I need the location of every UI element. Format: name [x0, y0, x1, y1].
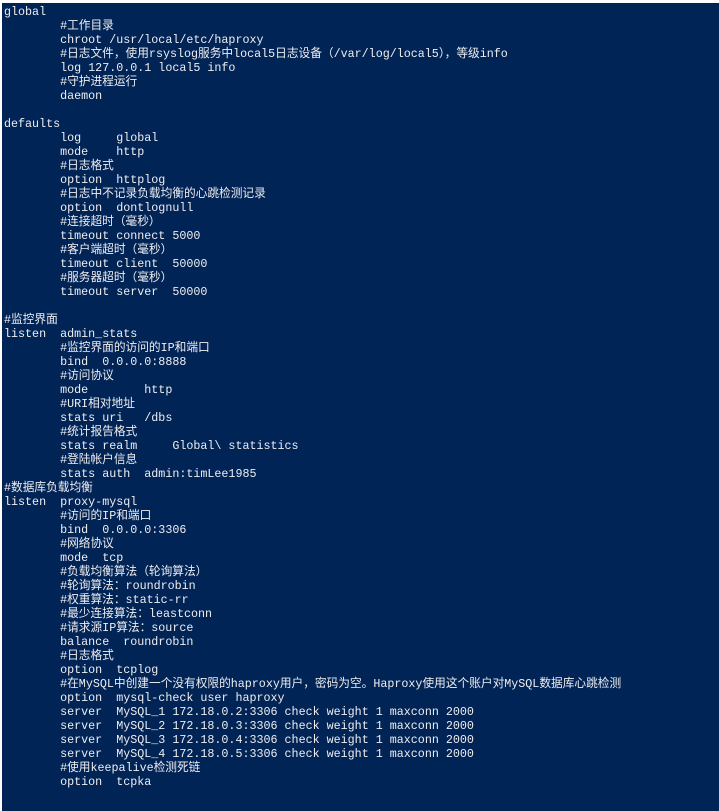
config-line: stats uri /dbs: [4, 411, 173, 425]
comment-line: #监控界面的访问的IP和端口: [4, 341, 210, 355]
config-line: stats auth admin:timLee1985: [4, 467, 257, 481]
config-line: listen proxy-mysql: [4, 495, 138, 509]
comment-line: #日志格式: [4, 649, 114, 663]
config-line: mode http: [4, 145, 145, 159]
config-line: option mysql-check user haproxy: [4, 691, 285, 705]
config-line: stats realm Global\ statistics: [4, 439, 299, 453]
comment-line: #使用keepalive检测死链: [4, 761, 201, 775]
config-line: server MySQL_1 172.18.0.2:3306 check wei…: [4, 705, 474, 719]
config-line: server MySQL_2 172.18.0.3:3306 check wei…: [4, 719, 474, 733]
comment-line: #在MySQL中创建一个没有权限的haproxy用户，密码为空。Haproxy使…: [4, 677, 622, 691]
comment-line: #URI相对地址: [4, 397, 135, 411]
config-line: timeout client 50000: [4, 257, 208, 271]
comment-line: #日志中不记录负载均衡的心跳检测记录: [4, 187, 266, 201]
comment-line: #服务器超时（毫秒）: [4, 271, 173, 285]
config-line: log global: [4, 131, 159, 145]
config-line: defaults: [4, 117, 61, 131]
config-line: timeout connect 5000: [4, 229, 201, 243]
config-line: chroot /usr/local/etc/haproxy: [4, 33, 264, 47]
comment-line: #登陆帐户信息: [4, 453, 138, 467]
comment-line: #访问的IP和端口: [4, 509, 152, 523]
comment-line: #统计报告格式: [4, 425, 138, 439]
comment-line: #最少连接算法：leastconn: [4, 607, 213, 621]
comment-line: #访问协议: [4, 369, 114, 383]
config-line: timeout server 50000: [4, 285, 208, 299]
config-line: mode tcp: [4, 551, 124, 565]
config-line: log 127.0.0.1 local5 info: [4, 61, 236, 75]
terminal-output: global #工作目录 chroot /usr/local/etc/hapro…: [4, 5, 621, 789]
comment-line: #网络协议: [4, 537, 114, 551]
config-line: bind 0.0.0.0:8888: [4, 355, 187, 369]
config-line: daemon: [4, 89, 103, 103]
config-line: listen admin_stats: [4, 327, 138, 341]
config-line: server MySQL_4 172.18.0.5:3306 check wei…: [4, 747, 474, 761]
comment-line: #客户端超时（毫秒）: [4, 243, 173, 257]
comment-line: #监控界面: [4, 313, 58, 327]
config-line: option tcpka: [4, 775, 152, 789]
comment-line: #负载均衡算法（轮询算法）: [4, 565, 208, 579]
config-line: balance roundrobin: [4, 635, 194, 649]
config-line: option dontlognull: [4, 201, 194, 215]
comment-line: #日志格式: [4, 159, 114, 173]
config-line: [4, 103, 621, 117]
config-line: server MySQL_3 172.18.0.4:3306 check wei…: [4, 733, 474, 747]
comment-line: #工作目录: [4, 19, 114, 33]
config-line: mode http: [4, 383, 173, 397]
comment-line: #日志文件，使用rsyslog服务中local5日志设备（/var/log/lo…: [4, 47, 508, 61]
comment-line: #守护进程运行: [4, 75, 138, 89]
comment-line: #权重算法：static-rr: [4, 593, 189, 607]
config-line: option httplog: [4, 173, 166, 187]
config-line: [4, 299, 621, 313]
comment-line: #连接超时（毫秒）: [4, 215, 161, 229]
config-line: bind 0.0.0.0:3306: [4, 523, 187, 537]
comment-line: #请求源IP算法：source: [4, 621, 194, 635]
config-line: option tcplog: [4, 663, 159, 677]
comment-line: #数据库负载均衡: [4, 481, 93, 495]
comment-line: #轮询算法：roundrobin: [4, 579, 196, 593]
config-line: global: [4, 5, 47, 19]
terminal-window[interactable]: global #工作目录 chroot /usr/local/etc/hapro…: [2, 3, 719, 811]
